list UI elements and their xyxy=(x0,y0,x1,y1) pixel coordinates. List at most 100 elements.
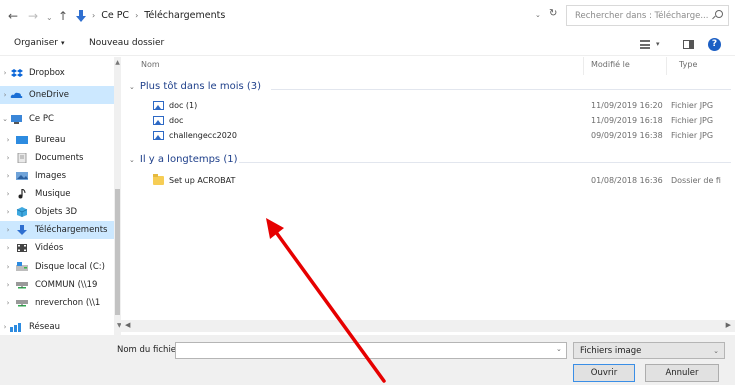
desktop-folder-icon xyxy=(16,135,29,145)
sidebar-item-label: Disque local (C:) xyxy=(35,262,105,272)
videos-folder-icon xyxy=(16,243,29,253)
group-header-recent[interactable]: ⌄ Plus tôt dans le mois (3) xyxy=(129,81,261,92)
scroll-left-icon[interactable]: ◀ xyxy=(125,321,130,329)
organise-menu-button[interactable]: Organiser ▾ xyxy=(14,38,65,48)
network-drive-icon xyxy=(16,280,29,290)
expand-chevron-icon[interactable]: › xyxy=(0,172,16,180)
breadcrumb-item-downloads[interactable]: Téléchargements xyxy=(144,10,225,21)
file-list: Nom Modifié le Type ⌄ Plus tôt dans le m… xyxy=(121,57,735,318)
sidebar-item-telechargements[interactable]: › Téléchargements xyxy=(0,221,114,239)
refresh-icon[interactable]: ↻ xyxy=(549,8,557,19)
sidebar-item-ce-pc[interactable]: ⌄ Ce PC xyxy=(0,110,114,128)
sidebar-item-label: Documents xyxy=(35,153,84,163)
new-folder-button[interactable]: Nouveau dossier xyxy=(89,38,164,48)
expand-chevron-icon[interactable]: › xyxy=(0,263,16,271)
search-icon[interactable] xyxy=(712,10,723,20)
back-arrow-icon[interactable]: ← xyxy=(8,10,18,22)
column-header-name[interactable]: Nom xyxy=(141,60,160,69)
image-file-icon xyxy=(153,116,164,125)
navigation-pane: › Dropbox › OneDrive ⌄ Ce PC › Bureau › … xyxy=(0,57,121,335)
scrollbar-thumb[interactable] xyxy=(115,189,120,315)
breadcrumb[interactable]: › Ce PC › Téléchargements xyxy=(76,5,541,26)
open-button[interactable]: Ouvrir xyxy=(573,364,635,382)
sidebar-item-musique[interactable]: › Musique xyxy=(0,185,114,203)
search-input[interactable]: Rechercher dans : Télécharge... xyxy=(566,5,729,26)
filename-input[interactable] xyxy=(175,342,567,359)
forward-arrow-icon[interactable]: → xyxy=(28,10,38,22)
table-row[interactable]: challengecc2020 09/09/2019 16:38 Fichier… xyxy=(121,131,735,143)
expand-chevron-icon[interactable]: › xyxy=(0,69,10,77)
expand-chevron-icon[interactable]: › xyxy=(0,190,16,198)
file-modified: 11/09/2019 16:18 xyxy=(591,116,663,125)
sidebar-item-videos[interactable]: › Vidéos xyxy=(0,239,114,257)
sidebar-item-documents[interactable]: › Documents xyxy=(0,149,114,167)
column-divider[interactable] xyxy=(666,57,667,75)
cancel-button[interactable]: Annuler xyxy=(645,364,719,382)
collapse-chevron-icon[interactable]: ⌄ xyxy=(129,156,135,164)
filename-history-chevron-icon[interactable]: ⌄ xyxy=(556,345,562,353)
column-header-type[interactable]: Type xyxy=(679,60,697,69)
chevron-down-icon: ▾ xyxy=(61,39,65,47)
breadcrumb-separator-icon[interactable]: › xyxy=(135,11,138,20)
scroll-up-icon[interactable]: ▲ xyxy=(114,59,121,66)
collapse-chevron-icon[interactable]: ⌄ xyxy=(0,115,10,123)
sidebar-item-bureau[interactable]: › Bureau xyxy=(0,131,114,149)
expand-chevron-icon[interactable]: › xyxy=(0,136,16,144)
expand-chevron-icon[interactable]: › xyxy=(0,323,10,331)
expand-chevron-icon[interactable]: › xyxy=(0,91,10,99)
expand-chevron-icon[interactable]: › xyxy=(0,244,16,252)
group-divider xyxy=(239,162,731,163)
dropbox-icon xyxy=(10,68,23,78)
sidebar-item-images[interactable]: › Images xyxy=(0,167,114,185)
column-header-modified[interactable]: Modifié le xyxy=(591,60,630,69)
sidebar-item-reseau[interactable]: › Réseau xyxy=(0,318,114,336)
sidebar-item-objets-3d[interactable]: › Objets 3D xyxy=(0,203,114,221)
column-divider[interactable] xyxy=(583,57,584,75)
sidebar-item-label: OneDrive xyxy=(29,90,69,100)
expand-chevron-icon[interactable]: › xyxy=(0,226,16,234)
music-icon xyxy=(16,188,29,199)
up-arrow-icon[interactable]: ↑ xyxy=(58,10,68,22)
sidebar-item-nreverchon[interactable]: › nreverchon (\\1 xyxy=(0,294,114,312)
preview-pane-icon[interactable] xyxy=(683,40,694,49)
group-header-label: Il y a longtemps (1) xyxy=(139,154,238,165)
file-type-select[interactable]: Fichiers image ⌄ xyxy=(573,342,725,359)
breadcrumb-separator-icon[interactable]: › xyxy=(92,11,95,20)
sidebar-item-commun[interactable]: › COMMUN (\\19 xyxy=(0,276,114,294)
sidebar-item-label: Ce PC xyxy=(29,114,54,124)
address-history-dropdown-icon[interactable]: ⌄ xyxy=(535,11,541,19)
drive-icon xyxy=(16,262,29,272)
expand-chevron-icon[interactable]: › xyxy=(0,154,16,162)
search-placeholder: Rechercher dans : Télécharge... xyxy=(575,10,709,21)
onedrive-icon xyxy=(10,90,23,100)
view-options-chevron-icon[interactable]: ▾ xyxy=(656,40,660,48)
documents-folder-icon xyxy=(16,152,29,164)
table-row[interactable]: Set up ACROBAT 01/08/2018 16:36 Dossier … xyxy=(121,174,735,188)
file-modified: 09/09/2019 16:38 xyxy=(591,131,663,140)
nav-pane-scrollbar[interactable]: ▲ xyxy=(114,57,121,335)
sidebar-item-dropbox[interactable]: › Dropbox xyxy=(0,64,114,82)
sidebar-item-label: Objets 3D xyxy=(35,207,78,217)
group-header-older[interactable]: ⌄ Il y a longtemps (1) xyxy=(129,154,237,165)
file-modified: 11/09/2019 16:20 xyxy=(591,101,663,110)
organise-label: Organiser xyxy=(14,38,58,48)
view-options-icon[interactable] xyxy=(640,40,650,49)
breadcrumb-item-ce-pc[interactable]: Ce PC xyxy=(101,10,129,21)
scroll-right-icon[interactable]: ▶ xyxy=(726,321,731,329)
image-file-icon xyxy=(153,131,164,140)
sidebar-item-label: Dropbox xyxy=(29,68,65,78)
table-row[interactable]: doc 11/09/2019 16:18 Fichier JPG xyxy=(121,116,735,128)
expand-chevron-icon[interactable]: › xyxy=(0,281,16,289)
recent-locations-chevron-icon[interactable]: ⌄ xyxy=(46,12,53,24)
sidebar-item-label: Images xyxy=(35,171,67,181)
expand-chevron-icon[interactable]: › xyxy=(0,208,16,216)
horizontal-scrollbar[interactable]: ◀ ▶ xyxy=(121,320,735,332)
expand-chevron-icon[interactable]: › xyxy=(0,299,16,307)
table-row[interactable]: doc (1) 11/09/2019 16:20 Fichier JPG xyxy=(121,101,735,113)
sidebar-item-disque-local[interactable]: › Disque local (C:) xyxy=(0,258,114,276)
sidebar-item-label: Vidéos xyxy=(35,243,64,253)
help-icon[interactable]: ? xyxy=(708,38,721,51)
dialog-footer: Nom du fichier : ⌄ Fichiers image ⌄ Ouvr… xyxy=(0,335,735,385)
sidebar-item-onedrive[interactable]: › OneDrive xyxy=(0,86,114,104)
collapse-chevron-icon[interactable]: ⌄ xyxy=(129,83,135,91)
